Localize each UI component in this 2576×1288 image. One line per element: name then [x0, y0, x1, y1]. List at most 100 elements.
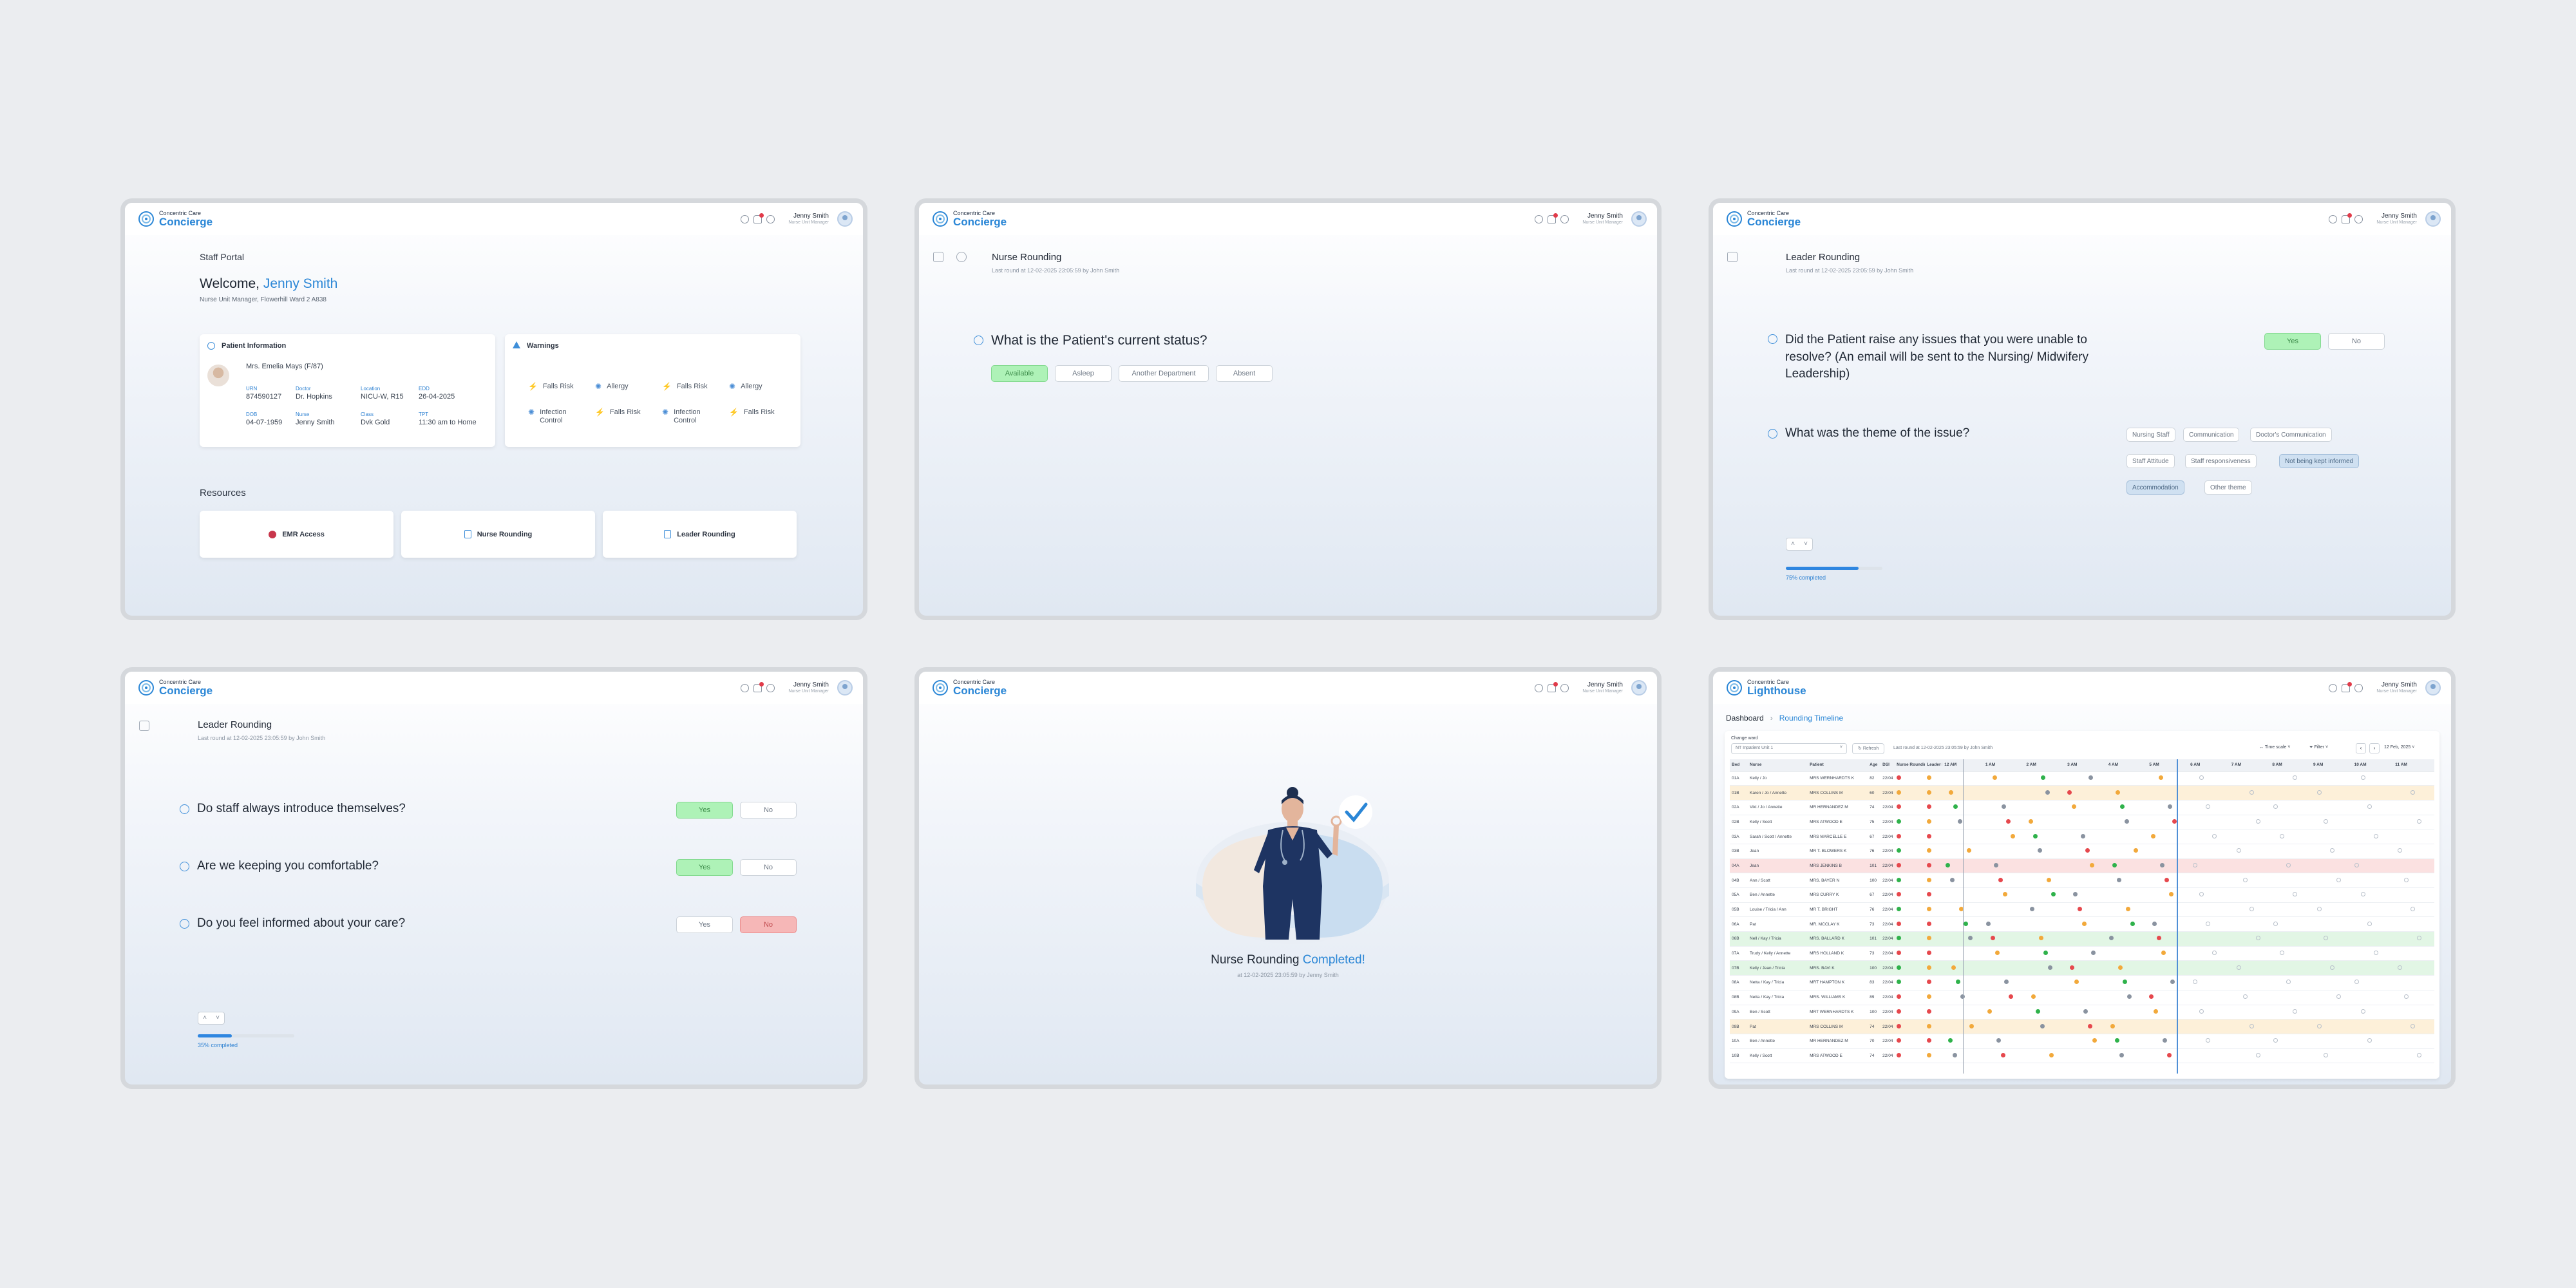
user-info[interactable]: Jenny Smith Nurse Unit Manager: [788, 681, 829, 694]
timeline-cell[interactable]: [2147, 829, 2189, 844]
theme-nursing-staff[interactable]: Nursing Staff: [2126, 428, 2175, 442]
table-row[interactable]: 09A Ben / Scott MRT WERNHARDTS K 100 22/04: [1730, 1005, 2434, 1020]
timeline-cell[interactable]: [2188, 771, 2230, 786]
timeline-cell[interactable]: [2065, 975, 2107, 990]
round-marker[interactable]: [2170, 980, 2175, 985]
timeline-cell[interactable]: [1983, 815, 2025, 830]
scheduled-marker[interactable]: [2354, 862, 2359, 867]
timeline-cell[interactable]: [2188, 887, 2230, 903]
round-marker[interactable]: [1956, 980, 1961, 985]
table-row[interactable]: 08A Netta / Kay / Tricia MRT HAMPTON K 83 22…: [1730, 975, 2434, 990]
round-marker[interactable]: [1990, 936, 1995, 941]
app-logo[interactable]: Concentric Care Concierge: [1726, 211, 1801, 227]
column-header[interactable]: 10 AM: [2352, 759, 2394, 772]
round-marker[interactable]: [2047, 965, 2052, 970]
timeline-cell[interactable]: [2106, 887, 2148, 903]
timeline-cell[interactable]: [2229, 916, 2271, 933]
scheduled-marker[interactable]: [2323, 819, 2328, 824]
user-info[interactable]: Jenny Smith Nurse Unit Manager: [2376, 681, 2417, 694]
timeline-cell[interactable]: [2270, 858, 2311, 874]
theme-staff-attitude[interactable]: Staff Attitude: [2126, 454, 2175, 468]
round-marker[interactable]: [2050, 892, 2056, 897]
round-marker[interactable]: [2081, 833, 2086, 838]
timeline-cell[interactable]: [1983, 916, 2025, 933]
round-marker[interactable]: [2130, 921, 2135, 926]
round-marker[interactable]: [1953, 1052, 1958, 1057]
timeline-cell[interactable]: [1983, 1019, 2025, 1034]
timeline-cell[interactable]: [2188, 844, 2230, 859]
timeline-cell[interactable]: [2311, 1019, 2353, 1034]
scheduled-marker[interactable]: [2329, 965, 2334, 970]
settings-icon[interactable]: [2354, 683, 2363, 692]
timeline-cell[interactable]: [1983, 858, 2025, 874]
timeline-cell[interactable]: [2311, 990, 2353, 1005]
timeline-cell[interactable]: [2065, 815, 2107, 830]
round-marker[interactable]: [2125, 907, 2130, 912]
bell-icon[interactable]: [2342, 681, 2353, 692]
column-header[interactable]: 4 AM: [2106, 759, 2148, 772]
scheduled-marker[interactable]: [2323, 936, 2328, 941]
timeline-cell[interactable]: [2352, 1019, 2394, 1034]
timeline-cell[interactable]: [2229, 902, 2271, 918]
timeline-cell[interactable]: [2188, 815, 2230, 830]
help-icon[interactable]: [741, 214, 750, 223]
round-marker[interactable]: [2119, 1052, 2124, 1057]
scheduled-marker[interactable]: [2373, 833, 2378, 838]
round-marker[interactable]: [1953, 804, 1958, 810]
help-icon[interactable]: [2329, 683, 2338, 692]
round-marker[interactable]: [2045, 790, 2050, 795]
round-marker[interactable]: [2168, 804, 2173, 810]
round-marker[interactable]: [2067, 790, 2072, 795]
table-row[interactable]: 07A Trudy / Kelly / Annette MRS HOLLAND K7…: [1730, 946, 2434, 961]
settings-icon[interactable]: [766, 683, 775, 692]
table-row[interactable]: 08B Netta / Kay / Tricia MRS. WILLIAMS K 89…: [1730, 990, 2434, 1005]
timeline-cell[interactable]: [2311, 887, 2353, 903]
timeline-cell[interactable]: [2024, 858, 2066, 874]
timeline-cell[interactable]: [1983, 946, 2025, 961]
round-marker[interactable]: [2133, 848, 2138, 853]
timeline-cell[interactable]: [1983, 785, 2025, 800]
yes-button[interactable]: Yes: [676, 859, 733, 876]
timeline-cell[interactable]: [2229, 1019, 2271, 1034]
round-marker[interactable]: [1996, 1038, 2001, 1043]
timeline-cell[interactable]: [2393, 902, 2434, 918]
timeline-cell[interactable]: [2147, 1019, 2189, 1034]
settings-icon[interactable]: [1560, 214, 1569, 223]
timeline-cell[interactable]: [2311, 975, 2353, 990]
round-marker[interactable]: [1964, 921, 1969, 926]
timeline-cell[interactable]: [2106, 858, 2148, 874]
round-marker[interactable]: [2070, 965, 2075, 970]
timeline-cell[interactable]: [2393, 785, 2434, 800]
settings-icon[interactable]: [2354, 214, 2363, 223]
round-marker[interactable]: [1985, 921, 1991, 926]
column-header[interactable]: 11 AM: [2393, 759, 2434, 772]
timeline-cell[interactable]: [2188, 800, 2230, 815]
round-marker[interactable]: [2108, 936, 2114, 941]
timeline-cell[interactable]: [1983, 844, 2025, 859]
timeline-cell[interactable]: [1983, 887, 2025, 903]
settings-icon[interactable]: [1560, 683, 1569, 692]
column-header[interactable]: Patient: [1808, 759, 1868, 772]
breadcrumb-dashboard[interactable]: Dashboard: [1726, 714, 1764, 723]
timeline-cell[interactable]: [2352, 946, 2394, 961]
round-marker[interactable]: [2157, 936, 2162, 941]
round-marker[interactable]: [1951, 965, 1956, 970]
timeline-cell[interactable]: [2393, 873, 2434, 888]
round-marker[interactable]: [2160, 862, 2165, 867]
round-marker[interactable]: [2117, 965, 2123, 970]
timeline-cell[interactable]: [1983, 990, 2025, 1005]
scheduled-marker[interactable]: [2367, 1038, 2372, 1043]
ward-select[interactable]: NT Inpatient Unit 1 ˅: [1731, 743, 1847, 754]
timeline-cell[interactable]: [2188, 873, 2230, 888]
timeline-cell[interactable]: [2393, 887, 2434, 903]
round-marker[interactable]: [2124, 819, 2129, 824]
timeline-cell[interactable]: [2393, 815, 2434, 830]
scheduled-marker[interactable]: [2360, 892, 2365, 897]
round-marker[interactable]: [2049, 1052, 2054, 1057]
timeline-cell[interactable]: [2065, 800, 2107, 815]
round-marker[interactable]: [1950, 877, 1955, 882]
timeline-cell[interactable]: [2352, 990, 2394, 1005]
back-icon[interactable]: [956, 252, 967, 262]
timescale-button[interactable]: ↔ Time scale ˅: [2259, 745, 2290, 750]
scheduled-marker[interactable]: [2360, 775, 2365, 780]
